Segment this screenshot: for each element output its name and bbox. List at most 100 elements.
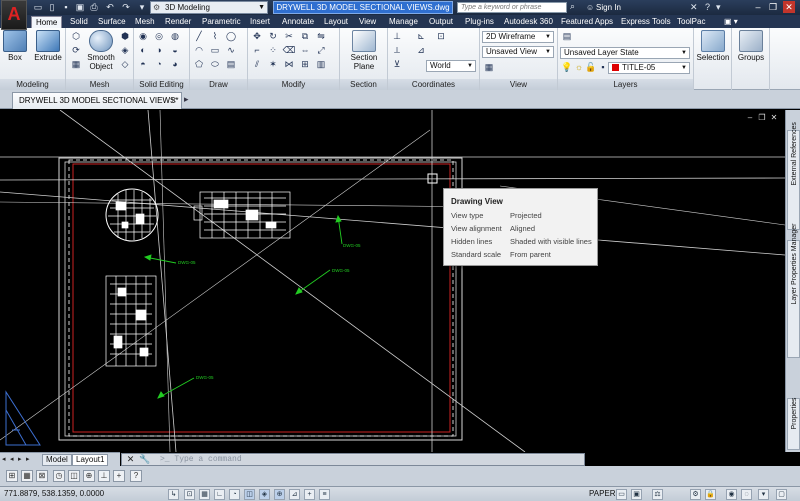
ortho-icon[interactable]: ⊠ (36, 470, 48, 482)
polar-icon[interactable]: ◷ (53, 470, 65, 482)
separate-icon[interactable]: ◓ (136, 58, 150, 70)
dynamic-ucs-icon[interactable]: ⊿ (289, 489, 300, 500)
rectangle-icon[interactable]: ▭ (208, 44, 222, 56)
ucs-dropdown[interactable]: World ▼ (426, 60, 476, 72)
close-button[interactable]: ✕ (783, 1, 795, 13)
viewport-close-button[interactable]: ✕ (769, 113, 779, 123)
rotate-icon[interactable]: ↻ (266, 30, 280, 42)
erase-icon[interactable]: ⌫ (282, 44, 296, 56)
open-icon[interactable]: ▯ (46, 2, 58, 13)
ducs-icon[interactable]: ⊥ (98, 470, 110, 482)
snap-mode-icon[interactable]: ⊡ (184, 489, 195, 500)
layer-state-dropdown[interactable]: Unsaved Layer State ▼ (560, 47, 690, 59)
viewport-config-icon[interactable]: ▦ (482, 61, 496, 73)
grid-display-icon[interactable]: ▦ (199, 489, 210, 500)
viewport-minimize-button[interactable]: – (745, 113, 755, 123)
first-layout-icon[interactable]: ◂ (2, 455, 10, 463)
mesh-box-icon[interactable]: ⬡ (69, 30, 83, 42)
otrack-icon[interactable]: ⊕ (83, 470, 95, 482)
tab-manage[interactable]: Manage (385, 16, 422, 28)
tab-plug-ins[interactable]: Plug-ins (461, 16, 498, 28)
tab-layout[interactable]: Layout (320, 16, 352, 28)
mesh-edge-icon[interactable]: ▦ (69, 58, 83, 70)
tab-parametric[interactable]: Parametric (198, 16, 245, 28)
intersect-icon[interactable]: ◍ (168, 30, 182, 42)
close-icon[interactable]: ✕ (125, 454, 136, 465)
dynamic-input-icon[interactable]: + (304, 489, 315, 500)
minimize-button[interactable]: – (752, 1, 764, 13)
object-snap-icon[interactable]: ◫ (244, 489, 255, 500)
dyn-icon[interactable]: + (113, 470, 125, 482)
lock-ui-icon[interactable]: 🔒 (705, 489, 716, 500)
ribbon-toggle-icon[interactable]: ▣ ▾ (720, 16, 742, 28)
move-icon[interactable]: ✥ (250, 30, 264, 42)
polyline-icon[interactable]: ⌇ (208, 30, 222, 42)
tab-layout1[interactable]: Layout1 (72, 454, 109, 466)
lineweight-icon[interactable]: ≡ (319, 489, 330, 500)
last-layout-icon[interactable]: ▸ (26, 455, 34, 463)
command-input[interactable]: >_ Type a command (160, 455, 580, 465)
section-plane-button[interactable]: Section Plane (346, 30, 382, 71)
align-icon[interactable]: ⊞ (298, 58, 312, 70)
viewport-restore-button[interactable]: ❐ (757, 113, 767, 123)
tab-toolpac[interactable]: ToolPac (673, 16, 709, 28)
palette-layer-properties[interactable]: Layer Properties Manager (787, 224, 800, 358)
tab-view[interactable]: View (355, 16, 380, 28)
offset-icon[interactable]: ⫽ (250, 58, 264, 70)
help-icon[interactable]: ? (705, 1, 710, 14)
close-icon[interactable]: ✕ (170, 93, 177, 109)
properties-icon[interactable]: ▥ (314, 58, 328, 70)
new-tab-icon[interactable]: ▸ (184, 94, 194, 106)
redo-icon[interactable]: ↷ (120, 2, 132, 13)
drawing-area[interactable]: DWG-05 DWG-05 DWG-05 DWG-05 (0, 110, 785, 452)
ucs-z-icon[interactable]: ⊻ (390, 58, 404, 70)
arc-icon[interactable]: ◠ (192, 44, 206, 56)
undo-icon[interactable]: ↶ (104, 2, 116, 13)
tab-output[interactable]: Output (425, 16, 457, 28)
wrench-icon[interactable]: 🔧 (139, 454, 150, 465)
snap-icon[interactable]: ⊞ (6, 470, 18, 482)
ucs-icon[interactable]: ⊥ (390, 30, 404, 42)
circle-icon[interactable]: ◯ (224, 30, 238, 42)
search-input[interactable]: Type a keyword or phrase (457, 2, 567, 13)
clean-screen-icon[interactable]: ▢ (776, 489, 787, 500)
mesh-revolve-icon[interactable]: ⟳ (69, 44, 83, 56)
quick-view-drawings-icon[interactable]: ▣ (631, 489, 642, 500)
selection-button[interactable]: Selection (696, 30, 730, 62)
workspace-dropdown[interactable]: ⚙ 3D Modeling ▼ (150, 1, 268, 14)
palette-properties[interactable]: Properties (787, 398, 800, 450)
tab-autodesk-360[interactable]: Autodesk 360 (500, 16, 557, 28)
save-as-icon[interactable]: ▣ (74, 2, 86, 13)
palette-external-references[interactable]: External References (787, 122, 800, 230)
union-icon[interactable]: ◉ (136, 30, 150, 42)
restore-button[interactable]: ❐ (767, 1, 779, 13)
next-layout-icon[interactable]: ▸ (18, 455, 26, 463)
tab-featured-apps[interactable]: Featured Apps (557, 16, 617, 28)
mirror-icon[interactable]: ⇋ (314, 30, 328, 42)
fillet-edge-icon[interactable]: ◒ (168, 44, 182, 56)
exchange-icon[interactable]: ✕ (690, 1, 698, 14)
ucs-origin-icon[interactable]: ⊡ (434, 30, 448, 42)
visual-style-dropdown[interactable]: 2D Wireframe ▼ (482, 31, 554, 43)
ucs-3point-icon[interactable]: ⊿ (414, 44, 428, 56)
infer-constraints-icon[interactable]: ↳ (168, 489, 179, 500)
sign-in-button[interactable]: ☺ Sign In (586, 2, 621, 13)
hatch-icon[interactable]: ▤ (224, 58, 238, 70)
thicken-icon[interactable]: ◑ (152, 44, 166, 56)
tab-render[interactable]: Render (161, 16, 195, 28)
tab-home[interactable]: Home (31, 16, 63, 28)
3d-osnap-icon[interactable]: ◈ (259, 489, 270, 500)
layer-dropdown[interactable]: TITLE-05 ▼ (608, 62, 690, 74)
help-dropdown-icon[interactable]: ▾ (716, 1, 721, 14)
fillet-icon[interactable]: ⌐ (250, 44, 264, 56)
join-icon[interactable]: ⋈ (282, 58, 296, 70)
object-snap-tracking-icon[interactable]: ⊕ (274, 489, 285, 500)
groups-button[interactable]: Groups (735, 30, 767, 62)
polar-tracking-icon[interactable]: ◔ (229, 489, 240, 500)
grid-icon[interactable]: ▦ (21, 470, 33, 482)
mesh-refine-icon[interactable]: ⬢ (118, 30, 132, 42)
new-icon[interactable]: ▭ (32, 2, 44, 13)
save-icon[interactable]: ▪ (60, 2, 72, 13)
mesh-crease-icon[interactable]: ◈ (118, 44, 132, 56)
imprint-icon[interactable]: ◕ (168, 58, 182, 70)
